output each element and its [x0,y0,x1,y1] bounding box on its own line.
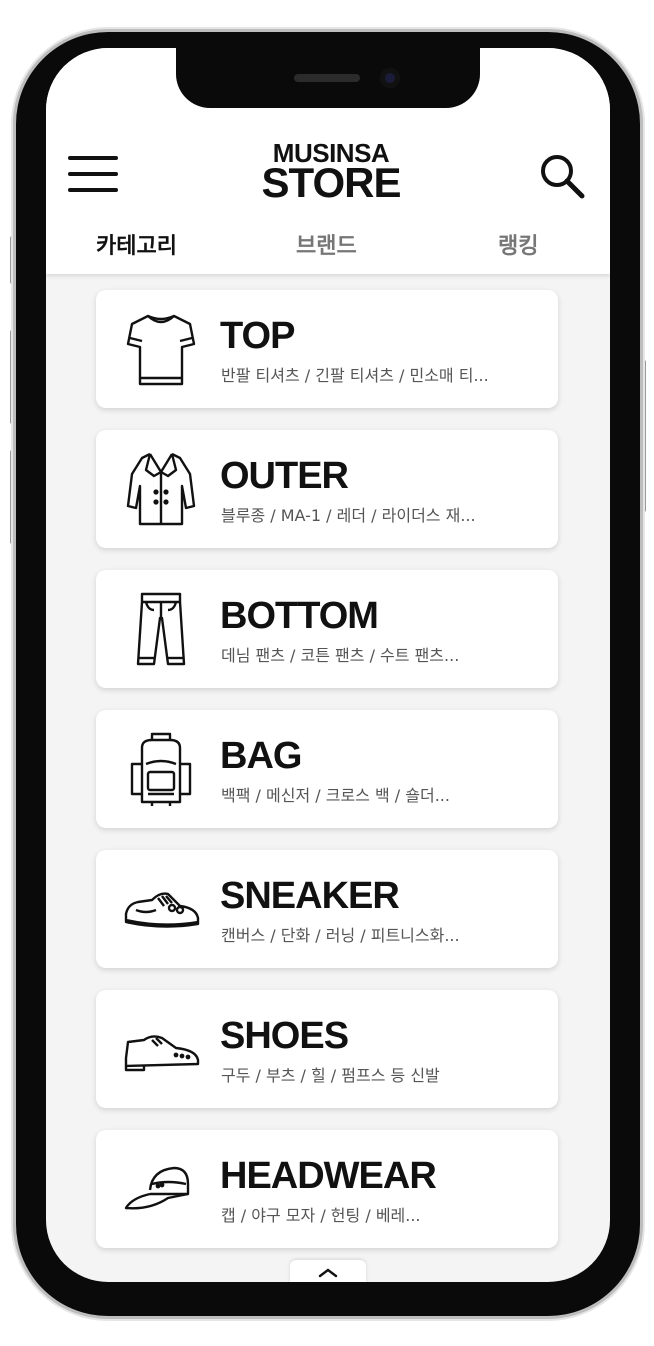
scroll-top-button[interactable] [290,1260,366,1282]
category-subtitle: 블루종 / MA-1 / 레더 / 라이더스 재... [221,506,476,525]
dress-shoe-icon [122,1010,200,1088]
store-logo[interactable]: MUSINSA STORE [246,140,416,206]
logo-line-2: STORE [261,159,402,206]
category-subtitle: 반팔 티셔츠 / 긴팔 티셔츠 / 민소매 티... [221,366,489,385]
category-tabs: 카테고리 브랜드 랭킹 [46,228,610,268]
hamburger-icon[interactable] [68,154,118,194]
category-title: BAG [220,735,302,777]
coat-icon [122,450,200,528]
category-card-outer[interactable]: OUTER 블루종 / MA-1 / 레더 / 라이더스 재... [96,430,558,548]
backpack-icon [122,730,200,808]
sneaker-icon [122,870,200,948]
category-subtitle: 구두 / 부츠 / 힐 / 펌프스 등 신발 [221,1066,440,1085]
notch [176,46,480,108]
tab-brand[interactable]: 브랜드 [296,228,357,260]
category-card-top[interactable]: TOP 반팔 티셔츠 / 긴팔 티셔츠 / 민소매 티... [96,290,558,408]
category-title: TOP [220,315,295,357]
tshirt-icon [122,310,200,388]
search-icon[interactable] [538,152,586,200]
category-title: OUTER [220,455,349,497]
cap-icon [122,1150,200,1228]
category-card-bag[interactable]: BAG 백팩 / 메신저 / 크로스 백 / 숄더... [96,710,558,828]
category-subtitle: 캡 / 야구 모자 / 헌팅 / 베레... [221,1206,421,1225]
category-card-headwear[interactable]: HEADWEAR 캡 / 야구 모자 / 헌팅 / 베레... [96,1130,558,1248]
category-card-bottom[interactable]: BOTTOM 데님 팬츠 / 코튼 팬츠 / 수트 팬츠... [96,570,558,688]
speaker-grille [294,74,360,82]
category-title: SHOES [220,1015,349,1057]
category-title: SNEAKER [220,875,400,917]
category-card-sneaker[interactable]: SNEAKER 캔버스 / 단화 / 러닝 / 피트니스화... [96,850,558,968]
category-subtitle: 데님 팬츠 / 코튼 팬츠 / 수트 팬츠... [221,646,460,665]
tab-category[interactable]: 카테고리 [96,228,177,260]
category-card-shoes[interactable]: SHOES 구두 / 부츠 / 힐 / 펌프스 등 신발 [96,990,558,1108]
category-subtitle: 백팩 / 메신저 / 크로스 백 / 숄더... [221,786,450,805]
pants-icon [122,590,200,668]
front-camera [380,68,400,88]
chevron-up-icon [318,1268,338,1278]
category-subtitle: 캔버스 / 단화 / 러닝 / 피트니스화... [221,926,460,945]
category-title: HEADWEAR [220,1155,437,1197]
category-title: BOTTOM [220,595,379,637]
app-screen: MUSINSA STORE 카테고리 브랜드 랭킹 TOP 반팔 티셔츠 / 긴… [46,48,610,1282]
tab-ranking[interactable]: 랭킹 [498,228,538,260]
power-button [639,360,646,512]
